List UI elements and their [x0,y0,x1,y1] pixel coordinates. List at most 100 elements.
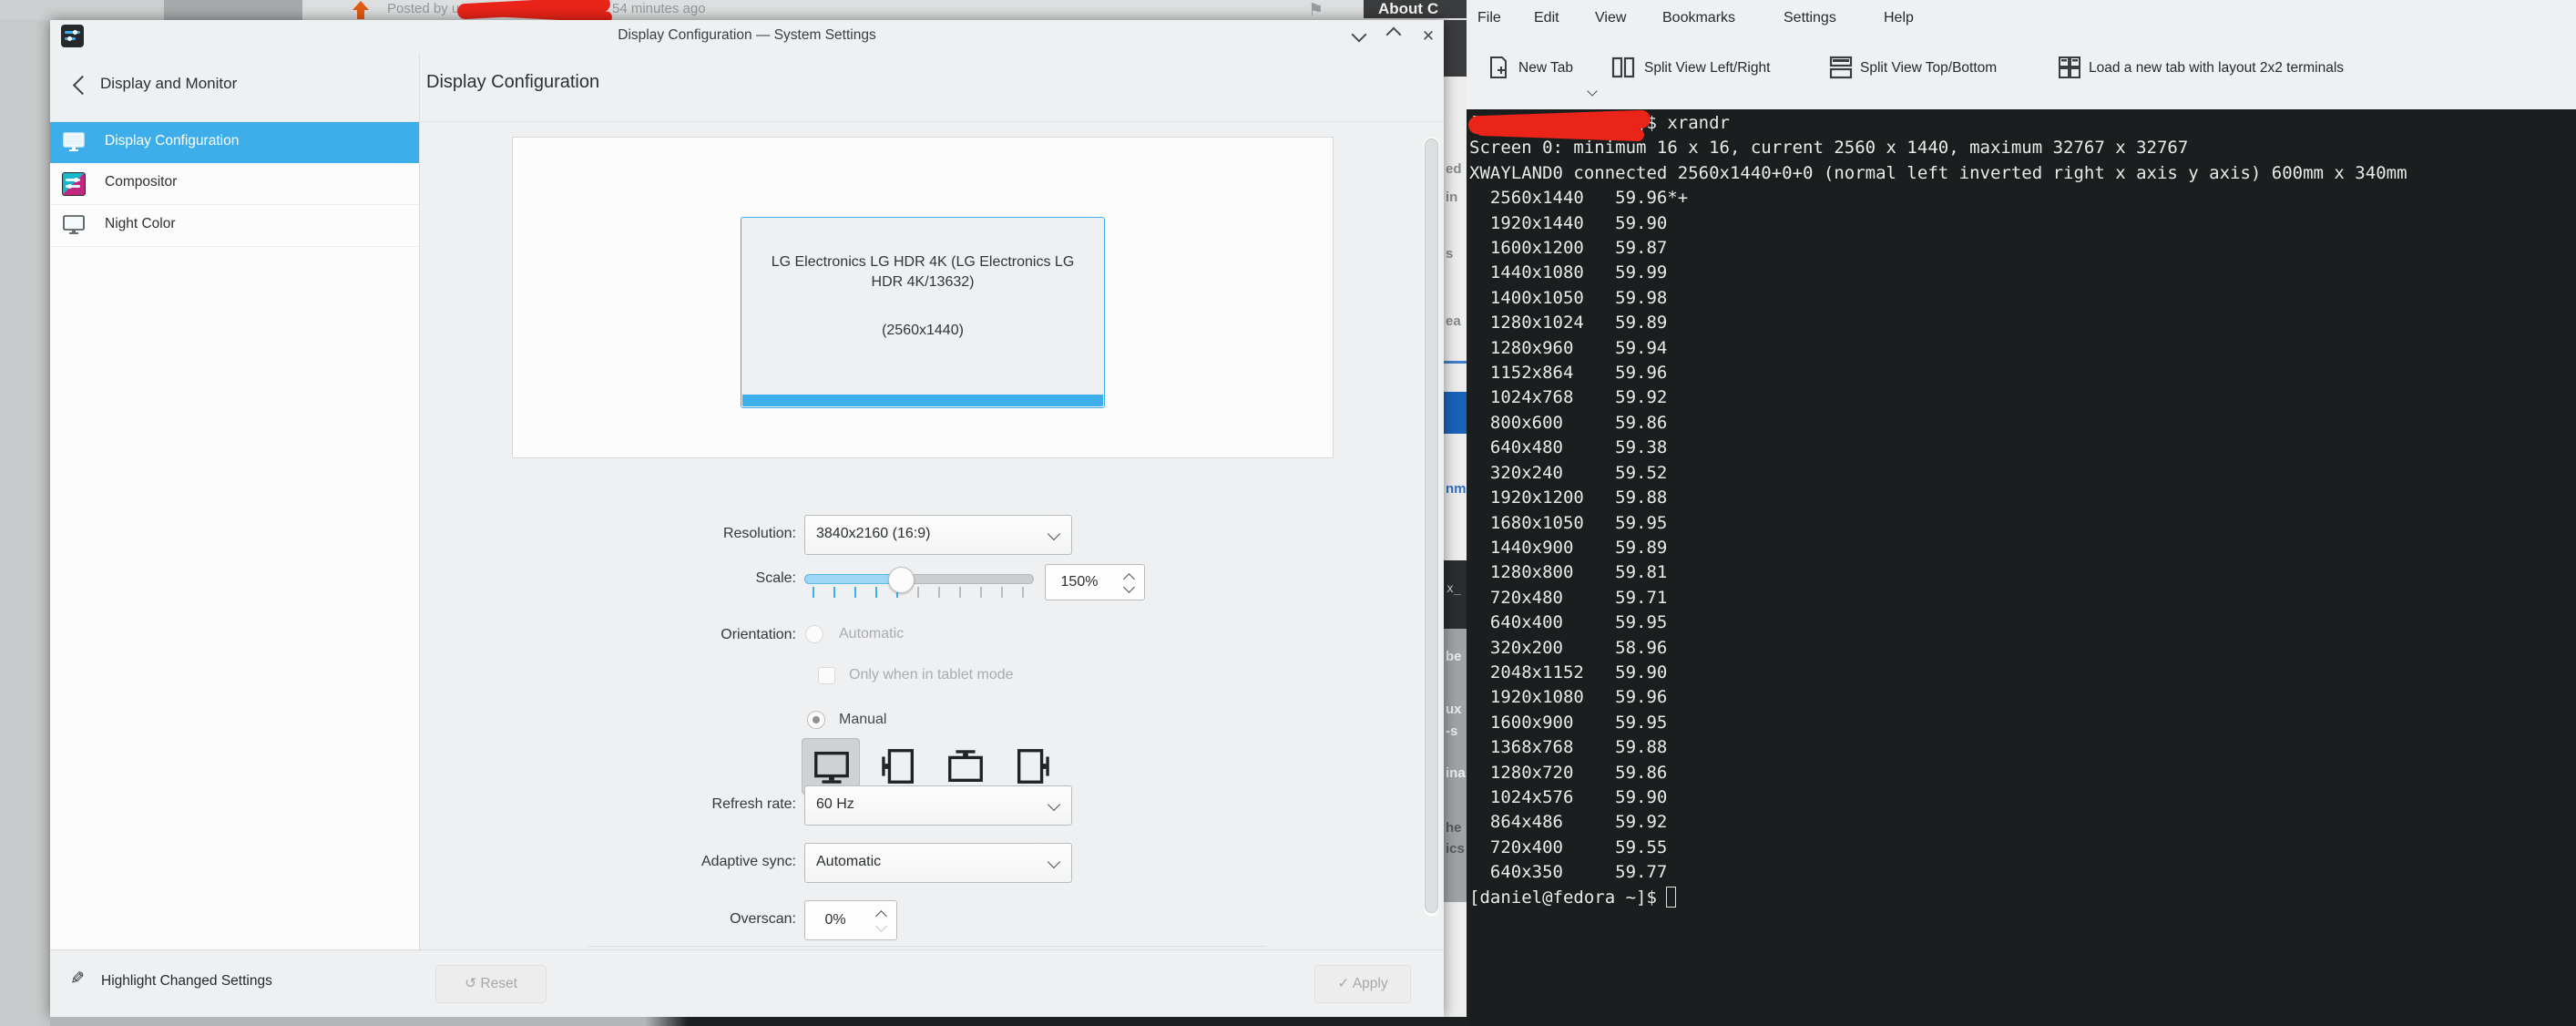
upvote-arrow-icon [352,1,370,19]
text-fragment: ina [1446,765,1466,781]
adaptive-sync-dropdown[interactable]: Automatic [804,843,1072,883]
konsole-window: File Edit View Bookmarks Settings Help N… [1467,0,2576,1026]
resolution-label: Resolution: [722,526,796,541]
display-preview-panel: LG Electronics LG HDR 4K (LG Electronics… [512,137,1334,458]
compositor-icon [62,172,86,196]
monitor-preview[interactable]: LG Electronics LG HDR 4K (LG Electronics… [741,217,1105,408]
close-button[interactable]: ✕ [1416,26,1440,47]
reset-button[interactable]: ↺ Reset [435,965,547,1003]
spin-down-icon[interactable] [875,920,887,932]
tablet-mode-label: Only when in tablet mode [849,667,1014,682]
background-segment [0,0,164,20]
scale-slider[interactable] [804,562,1034,602]
text-fragment: he [1446,820,1462,836]
monitor-upside-down-icon [948,750,983,783]
back-button-label[interactable]: Display and Monitor [100,75,237,93]
terminal-screen[interactable]: [daniel@fedora ~]$ xrandr Screen 0: mini… [1467,109,2576,1026]
terminal-cursor [1666,887,1676,908]
new-tab-icon[interactable] [1486,55,1511,80]
chevron-down-icon [1047,527,1061,541]
menu-bar: File Edit View Bookmarks Settings Help [1467,0,2576,40]
text-fragment: ed [1446,161,1462,177]
menu-view[interactable]: View [1595,10,1626,26]
window-title: Display Configuration — System Settings [618,27,876,43]
monitor-icon [63,215,85,234]
scale-spinbox[interactable]: 150% [1045,564,1145,600]
refresh-rate-dropdown[interactable]: 60 Hz [804,785,1072,826]
divider [50,246,419,247]
scrollbar-thumb[interactable] [1425,139,1438,913]
footer-bar: ✎ Highlight Changed Settings ↺ Reset ✓ A… [50,949,1444,1017]
chevron-down-icon [1047,797,1061,812]
text-fragment: ux [1446,702,1462,717]
split-left-right-icon[interactable] [1610,55,1636,80]
menu-help[interactable]: Help [1884,10,1914,26]
tablet-mode-checkbox[interactable] [818,667,835,684]
monitor-icon [63,132,85,151]
maximize-button[interactable] [1382,26,1406,47]
new-tab-button[interactable]: New Tab [1518,60,1573,77]
divider [588,946,1266,947]
refresh-rate-label: Refresh rate: [711,796,796,812]
split-top-bottom-icon[interactable] [1828,55,1854,80]
background-gap-strip: ed in s ea nm x_ be ux -s ina he ics [1444,20,1467,1026]
sidebar-item-display-configuration[interactable]: Display Configuration [50,122,419,163]
background-bottom-strip [50,1017,1467,1026]
resolution-dropdown[interactable]: 3840x2160 (16:9) [804,515,1072,555]
text-fragment: ea [1446,313,1461,329]
text-fragment: ics [1446,841,1465,857]
monitor-portrait-right-icon [1017,749,1049,784]
back-icon[interactable] [72,75,93,96]
chevron-down-icon[interactable] [1587,86,1598,97]
text-fragment: be [1446,649,1462,664]
settings-scrollbar[interactable] [1424,137,1439,917]
overscan-spinbox[interactable]: 0% [804,900,897,940]
sidebar-item-night-color[interactable]: Night Color [50,205,419,246]
menu-settings[interactable]: Settings [1784,10,1836,26]
monitor-portrait-left-icon [882,749,915,784]
dark-fragment: x_ [1444,560,1467,629]
sidebar: Display Configuration Compositor Night C… [50,122,419,949]
overscan-label: Overscan: [730,911,796,927]
terminal-output: [daniel@fedora ~]$ xrandr Screen 0: mini… [1469,113,2407,908]
text-fragment: -s [1446,723,1458,739]
about-community-header: About C [1364,0,1467,18]
titlebar[interactable]: Display Configuration — System Settings … [50,20,1444,53]
system-settings-window: Display Configuration — System Settings … [50,20,1444,1017]
adaptive-sync-label: Adaptive sync: [700,854,796,869]
page-title: Display Configuration [426,72,600,92]
spin-down-icon[interactable] [1123,581,1135,593]
layout-2x2-icon[interactable] [2057,55,2082,80]
menu-edit[interactable]: Edit [1534,10,1559,26]
load-2x2-layout-button[interactable]: Load a new tab with layout 2x2 terminals [2089,60,2344,77]
flag-icon: ⚑ [1308,1,1324,20]
post-time-text: 54 minutes ago [612,1,706,16]
text-fragment: nm [1446,481,1467,497]
desktop: Posted by u 54 minutes ago ⚑ About C ed … [0,0,2576,1026]
monitor-name: LG Electronics LG HDR 4K (LG Electronics… [771,254,1075,290]
slider-handle[interactable] [888,567,915,593]
background-segment-dark [164,0,302,20]
background-left-margin [0,20,50,1026]
divider [1444,361,1467,364]
posted-by-text: Posted by u [387,1,460,16]
orientation-automatic-label: Automatic [839,626,905,641]
orientation-manual-radio[interactable] [807,711,825,729]
chevron-down-icon [1047,855,1061,869]
menu-file[interactable]: File [1477,10,1501,26]
split-view-left-right-button[interactable]: Split View Left/Right [1644,60,1770,77]
monitor-landscape-icon [814,751,849,784]
orientation-automatic-radio[interactable] [805,625,823,643]
header-row: Display and Monitor Display Configuratio… [50,53,1444,122]
apply-button[interactable]: ✓ Apply [1314,965,1411,1003]
sidebar-item-compositor[interactable]: Compositor [50,163,419,204]
minimize-button[interactable] [1347,26,1371,47]
pen-icon: ✎ [70,970,85,989]
menu-bookmarks[interactable]: Bookmarks [1662,10,1735,26]
toolbar: New Tab Split View Left/Right Split View… [1467,40,2576,109]
text-fragment: s [1446,246,1454,262]
monitor-resolution: (2560x1440) [882,323,964,338]
background-browser-strip: Posted by u 54 minutes ago ⚑ About C [0,0,1467,23]
blue-button-fragment [1444,392,1467,434]
split-view-top-bottom-button[interactable]: Split View Top/Bottom [1860,60,1997,77]
